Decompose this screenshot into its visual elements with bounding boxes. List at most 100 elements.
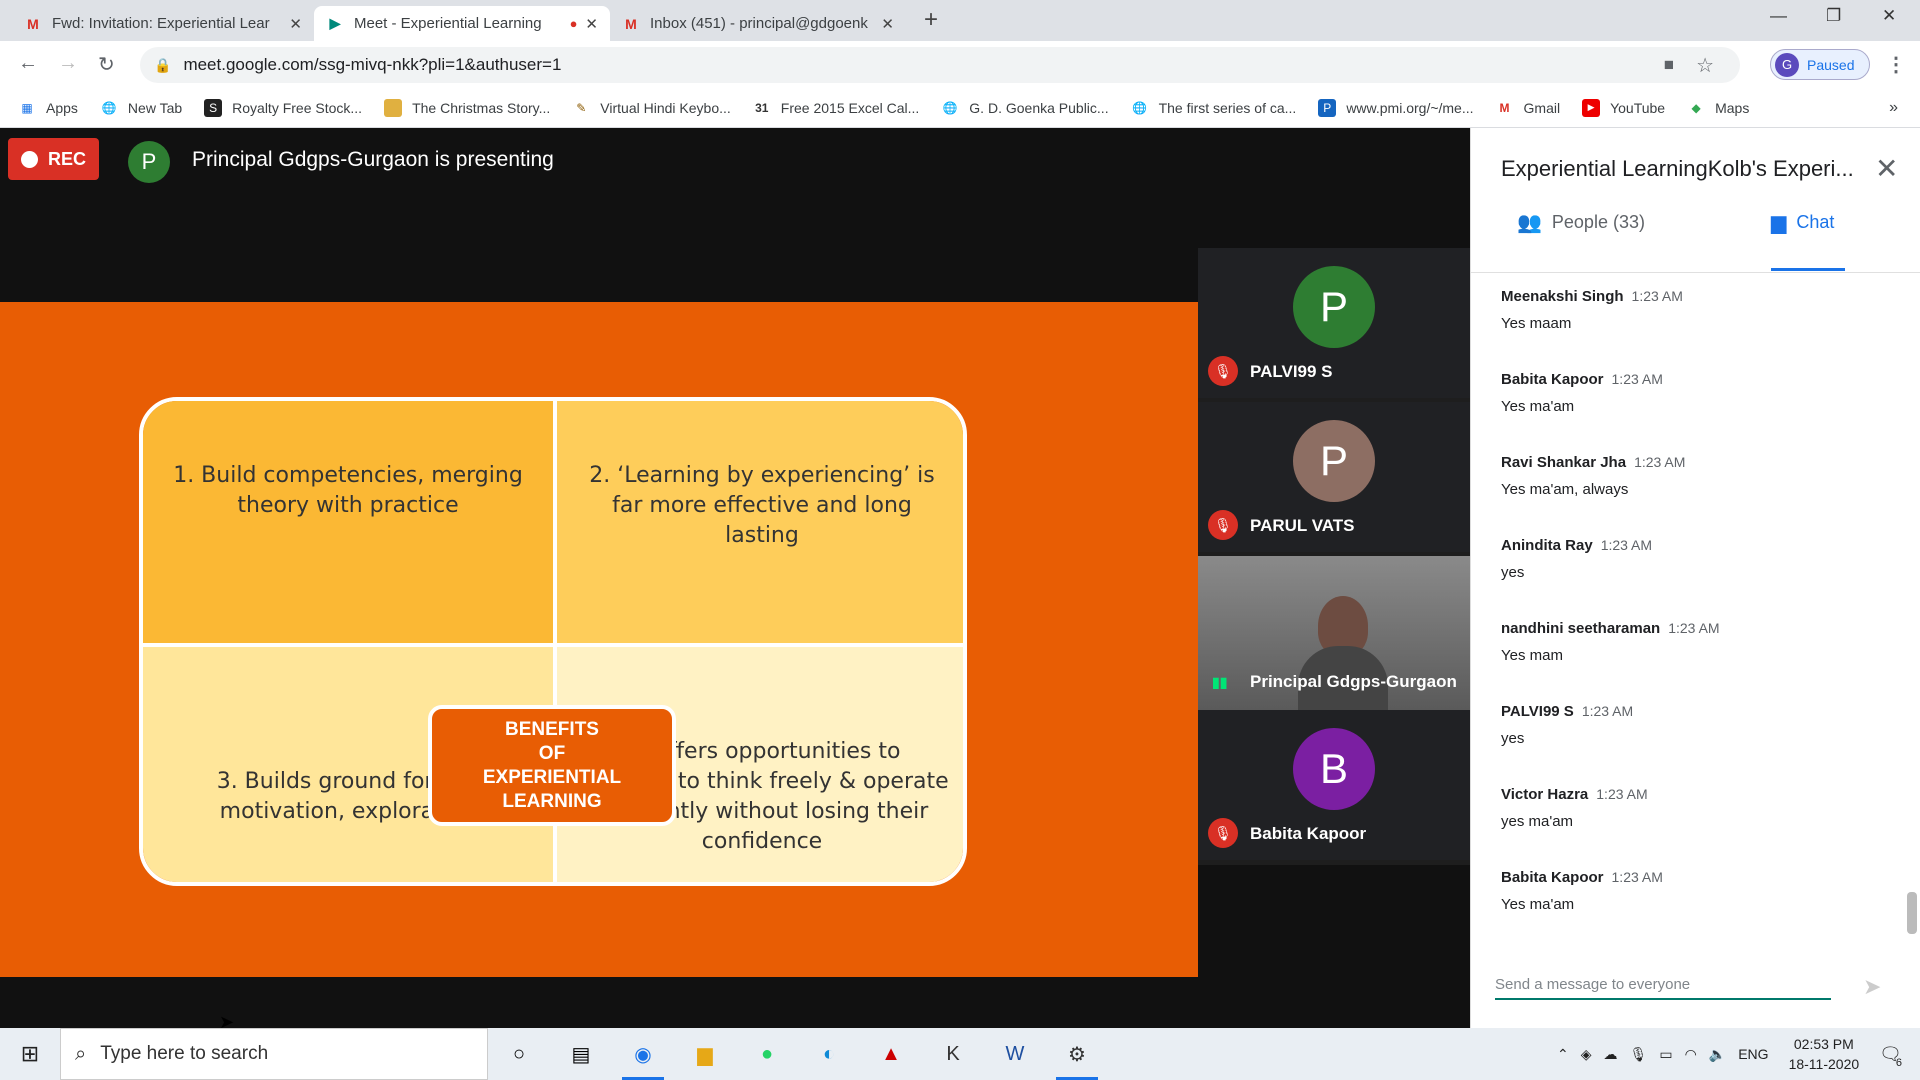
minimize-button[interactable]: — bbox=[1770, 6, 1787, 26]
globe-icon: 🌐 bbox=[942, 100, 958, 115]
forward-icon[interactable]: → bbox=[58, 52, 78, 75]
chat-message: Meenakshi Singh 1:23 AM Yes maam bbox=[1501, 288, 1683, 332]
system-tray: ⌃ ◈ ☁ 🎙 ▭ ◠ 🔈 ENG 02:53 PM 18-11-2020 🗨 6 bbox=[1551, 1028, 1920, 1080]
search-icon: ⌕ bbox=[75, 1042, 87, 1065]
back-icon[interactable]: ← bbox=[18, 52, 38, 75]
participant-tile[interactable]: P 🎙 PALVI99 S bbox=[1198, 248, 1470, 398]
taskbar-search-box[interactable]: ⌕ Type here to search bbox=[60, 1028, 488, 1080]
tab-gmail-invitation[interactable]: M Fwd: Invitation: Experiential Lear ✕ bbox=[12, 6, 314, 41]
bookmark-gd-goenka[interactable]: 🌐 G. D. Goenka Public... bbox=[941, 99, 1109, 117]
chat-message: nandhini seetharaman 1:23 AM Yes mam bbox=[1501, 620, 1720, 664]
browser-menu-icon[interactable]: ⋮ bbox=[1886, 52, 1906, 77]
tab-chat[interactable]: ▆ Chat bbox=[1771, 210, 1834, 235]
bookmark-new-tab[interactable]: 🌐 New Tab bbox=[100, 99, 182, 117]
slides-icon bbox=[384, 98, 403, 117]
presented-slide: 1. Build competencies, merging theory wi… bbox=[0, 302, 1198, 1032]
participant-video-tile[interactable]: ▮▮ Principal Gdgps-Gurgaon bbox=[1198, 556, 1470, 710]
tab-meet[interactable]: ▶ Meet - Experiential Learning ● ✕ bbox=[314, 6, 610, 41]
meet-icon: ▶ bbox=[329, 15, 341, 31]
chrome-icon[interactable]: ◉ bbox=[612, 1028, 674, 1080]
card-divider bbox=[143, 643, 963, 647]
participant-tile[interactable]: P 🎙 PARUL VATS bbox=[1198, 402, 1470, 552]
acrobat-icon[interactable]: ▲ bbox=[860, 1028, 922, 1080]
chat-side-panel: Experiential LearningKolb's Experi... ✕ … bbox=[1470, 128, 1920, 1028]
more-bookmarks-icon[interactable]: » bbox=[1889, 99, 1898, 117]
presenting-banner: Principal Gdgps-Gurgaon is presenting bbox=[192, 148, 554, 171]
address-bar-row: ← → ↻ 🔒 meet.google.com/ssg-mivq-nkk?pli… bbox=[0, 41, 1920, 88]
close-tab-icon[interactable]: ✕ bbox=[585, 15, 598, 33]
close-tab-icon[interactable]: ✕ bbox=[881, 15, 894, 33]
microphone-icon[interactable]: 🎙 bbox=[1630, 1046, 1648, 1063]
profile-avatar: G bbox=[1775, 52, 1799, 77]
benefit-2: 2. ‘Learning by experiencing’ is far mor… bbox=[557, 401, 963, 643]
chat-message: Anindita Ray 1:23 AM yes bbox=[1501, 537, 1653, 581]
bookmark-excel-calendar[interactable]: 31 Free 2015 Excel Cal... bbox=[753, 99, 919, 117]
chat-message-input[interactable]: Send a message to everyone bbox=[1495, 976, 1831, 1000]
send-icon[interactable]: ➤ bbox=[1863, 974, 1881, 1000]
battery-icon[interactable]: ▭ bbox=[1659, 1046, 1672, 1063]
language-indicator[interactable]: ENG bbox=[1738, 1046, 1768, 1062]
bookmark-star-icon[interactable]: ☆ bbox=[1696, 53, 1714, 78]
participant-avatar: P bbox=[1293, 420, 1375, 502]
onedrive-icon[interactable]: ☁ bbox=[1604, 1046, 1618, 1063]
close-tab-icon[interactable]: ✕ bbox=[289, 15, 302, 33]
dropbox-icon[interactable]: ◈ bbox=[1581, 1046, 1592, 1063]
file-explorer-icon[interactable]: ▆ bbox=[674, 1028, 736, 1080]
bookmark-maps[interactable]: ◆ Maps bbox=[1687, 99, 1749, 117]
chat-message: PALVI99 S 1:23 AM yes bbox=[1501, 703, 1634, 747]
browser-tab-strip: M Fwd: Invitation: Experiential Lear ✕ ▶… bbox=[0, 0, 1920, 41]
gmail-icon: M bbox=[625, 15, 637, 32]
bookmark-gmail[interactable]: M Gmail bbox=[1496, 99, 1561, 117]
chat-message: Ravi Shankar Jha 1:23 AM Yes ma'am, always bbox=[1501, 454, 1686, 498]
show-hidden-icons-icon[interactable]: ⌃ bbox=[1557, 1046, 1569, 1063]
bookmark-apps[interactable]: ▦ Apps bbox=[18, 99, 78, 117]
task-view-icon[interactable]: ▤ bbox=[550, 1028, 612, 1080]
meet-stage: REC P Principal Gdgps-Gurgaon is present… bbox=[0, 128, 1470, 1032]
people-icon: 👥 bbox=[1517, 212, 1542, 234]
cortana-icon[interactable]: ○ bbox=[488, 1028, 550, 1080]
notification-center-icon[interactable]: 🗨 6 bbox=[1879, 1044, 1902, 1069]
wifi-icon[interactable]: ◠ bbox=[1685, 1046, 1697, 1063]
bookmark-christmas-story[interactable]: The Christmas Story... bbox=[384, 98, 550, 117]
url-field[interactable]: 🔒 meet.google.com/ssg-mivq-nkk?pli=1&aut… bbox=[140, 47, 1740, 83]
window-close-button[interactable]: ✕ bbox=[1882, 6, 1896, 26]
tab-people[interactable]: 👥 People (33) bbox=[1517, 210, 1645, 235]
tab-gmail-inbox[interactable]: M Inbox (451) - principal@gdgoenk ✕ bbox=[610, 6, 906, 41]
participant-tile[interactable]: B 🎙 Babita Kapoor bbox=[1198, 710, 1470, 860]
bookmark-youtube[interactable]: ▶ YouTube bbox=[1582, 98, 1665, 117]
participant-name: PALVI99 S bbox=[1250, 362, 1333, 381]
new-tab-button[interactable]: + bbox=[924, 6, 938, 34]
quill-icon: ✎ bbox=[576, 100, 587, 115]
apps-grid-icon: ▦ bbox=[21, 100, 33, 115]
windows-start-icon[interactable]: ⊞ bbox=[0, 1028, 60, 1080]
bookmark-first-series[interactable]: 🌐 The first series of ca... bbox=[1131, 99, 1296, 117]
speaking-indicator-icon: ▮▮ bbox=[1212, 674, 1228, 690]
youtube-icon: ▶ bbox=[1582, 98, 1601, 117]
pmi-icon: P bbox=[1318, 98, 1337, 117]
close-panel-icon[interactable]: ✕ bbox=[1875, 152, 1898, 185]
volume-icon[interactable]: 🔈 bbox=[1709, 1046, 1726, 1063]
chat-message-list[interactable]: Meenakshi Singh 1:23 AM Yes maam Babita Ka… bbox=[1501, 288, 1881, 952]
active-tab-indicator bbox=[1771, 268, 1845, 271]
camera-icon[interactable]: ■ bbox=[1664, 55, 1674, 75]
clock[interactable]: 02:53 PM 18-11-2020 bbox=[1789, 1034, 1860, 1074]
reload-icon[interactable]: ↻ bbox=[98, 52, 115, 77]
word-icon[interactable]: W bbox=[984, 1028, 1046, 1080]
profile-button[interactable]: G Paused bbox=[1770, 49, 1870, 80]
restore-button[interactable]: ❐ bbox=[1826, 6, 1841, 26]
chat-icon: ▆ bbox=[1771, 212, 1787, 234]
whatsapp-icon[interactable]: ● bbox=[736, 1028, 798, 1080]
divider bbox=[1471, 272, 1920, 273]
lock-icon: 🔒 bbox=[154, 56, 172, 73]
bookmark-pmi[interactable]: Pwww.pmi.org/~/me... bbox=[1318, 98, 1474, 117]
settings-gear-icon[interactable]: ⚙ bbox=[1046, 1028, 1108, 1080]
globe-icon: 🌐 bbox=[101, 100, 117, 115]
edge-icon[interactable]: ◐ bbox=[798, 1028, 860, 1080]
meeting-title: Experiential LearningKolb's Experi... bbox=[1501, 156, 1854, 181]
bookmark-hindi-keyboard[interactable]: ✎ Virtual Hindi Keybo... bbox=[572, 99, 731, 117]
chat-scrollbar[interactable] bbox=[1907, 892, 1917, 934]
bookmarks-bar: ▦ Apps 🌐 New Tab S Royalty Free Stock... Th… bbox=[0, 88, 1920, 128]
windows-taskbar: ⊞ ⌕ Type here to search ○ ▤ ◉ ▆ ● ◐ ▲ K … bbox=[0, 1028, 1920, 1080]
app-k-icon[interactable]: K bbox=[922, 1028, 984, 1080]
bookmark-royalty-free[interactable]: S Royalty Free Stock... bbox=[204, 98, 362, 117]
